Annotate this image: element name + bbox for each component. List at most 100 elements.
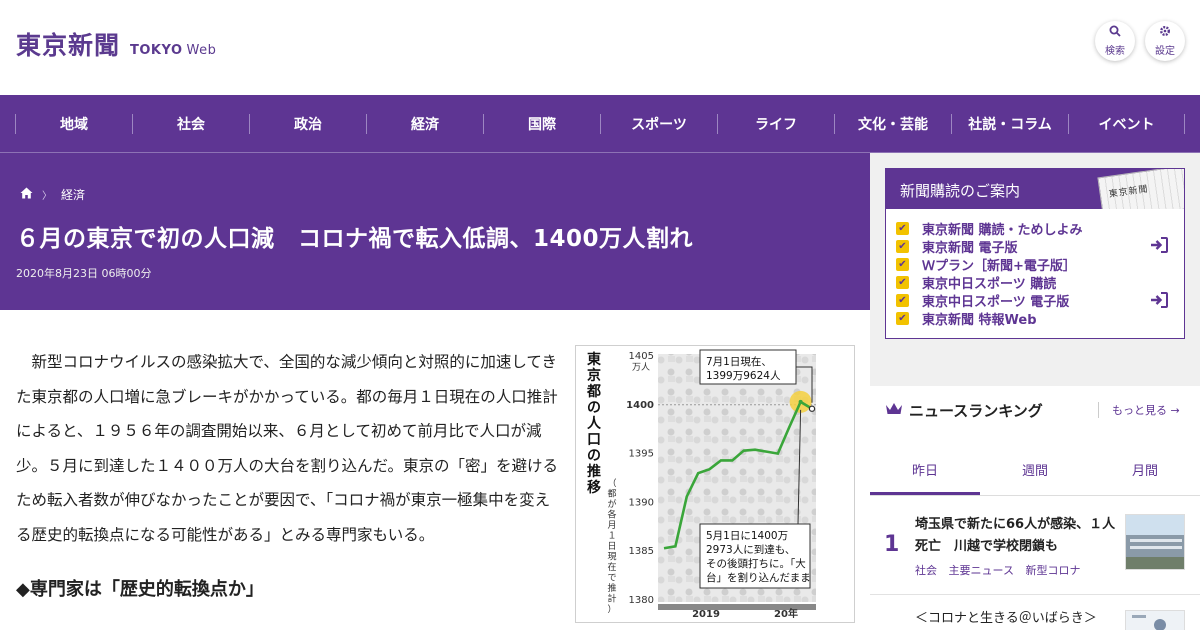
y-tick-label: 1405 bbox=[629, 351, 654, 362]
chart-subtitle-char: ） bbox=[607, 604, 616, 615]
chart-subtitle-char: （ bbox=[607, 478, 616, 489]
checkbox-icon: ✔ bbox=[896, 293, 909, 307]
search-icon bbox=[1109, 25, 1121, 39]
ranking-tabs: 昨日 週間 月間 bbox=[870, 448, 1200, 496]
tab-weekly[interactable]: 週間 bbox=[980, 448, 1090, 495]
tab-yesterday[interactable]: 昨日 bbox=[870, 448, 980, 495]
login-icon[interactable] bbox=[1150, 292, 1168, 312]
ranking-thumbnail bbox=[1125, 514, 1185, 570]
search-button[interactable]: 検索 bbox=[1095, 21, 1135, 61]
y-tick-label: 1385 bbox=[629, 546, 654, 557]
chart-subtitle-char: １ bbox=[607, 532, 616, 542]
checkbox-icon: ✔ bbox=[896, 275, 909, 289]
nav-item-culture[interactable]: 文化・芸能 bbox=[834, 114, 951, 134]
nav-item-editorial[interactable]: 社説・コラム bbox=[951, 114, 1068, 134]
chart-unit: 万人 bbox=[632, 362, 650, 373]
checkbox-icon: ✔ bbox=[896, 311, 909, 325]
data-point bbox=[808, 405, 816, 412]
checkbox-icon: ✔ bbox=[896, 257, 909, 271]
chart-subtitle-char: 推 bbox=[607, 582, 616, 594]
site-header: 東京新聞 TOKYO Web 検索 設定 bbox=[0, 0, 1200, 95]
home-icon[interactable] bbox=[20, 187, 33, 203]
subscription-item[interactable]: ✔ 東京新聞 購読・ためしよみ bbox=[896, 219, 1184, 238]
chart-subtitle-char: が bbox=[607, 498, 616, 510]
login-icon[interactable] bbox=[1150, 237, 1168, 257]
annotation-line: 台」を割り込んだまま bbox=[706, 571, 811, 584]
chart-title-char: の bbox=[587, 400, 601, 416]
article-body: 新型コロナウイルスの感染拡大で、全国的な減少傾向と対照的に加速してきた東京都の人… bbox=[16, 353, 559, 544]
article-subhead: ◆専門家は「歴史的転換点か」 bbox=[16, 579, 264, 600]
chart-title-char: 都 bbox=[586, 384, 601, 400]
more-link[interactable]: もっと見る → bbox=[1098, 402, 1180, 418]
chart-subtitle-char: 現 bbox=[607, 552, 616, 563]
subscription-item[interactable]: ✔ 東京中日スポーツ 購読 bbox=[896, 273, 1184, 292]
ranking-headline: 埼玉県で新たに66人が感染、１人死亡 川越で学校閉鎖も bbox=[915, 517, 1116, 554]
article-title: ６月の東京で初の人口減 コロナ禍で転入低調、1400万人割れ bbox=[16, 226, 694, 252]
nav-item-politics[interactable]: 政治 bbox=[249, 114, 366, 134]
annotation-line: その後頭打ちに。「大 bbox=[706, 557, 806, 570]
ranking-thumbnail bbox=[1125, 610, 1185, 630]
subscription-title: 新聞購読のご案内 bbox=[900, 182, 1021, 200]
nav-item-region[interactable]: 地域 bbox=[15, 114, 132, 134]
subscription-item[interactable]: ✔ 東京新聞 特報Web bbox=[896, 309, 1184, 328]
ranking-tags[interactable]: 社会 主要ニュース 新型コロナ bbox=[915, 562, 1080, 578]
chart-title-char: 人 bbox=[587, 415, 602, 432]
chart-subtitle-char: 月 bbox=[607, 520, 616, 531]
population-chart-svg: 東京都の人口の推移 （都が各月１日現在で推計） 万人 1405140013951… bbox=[586, 349, 816, 620]
chart-subtitle-char: で bbox=[607, 574, 616, 584]
subscription-list: ✔ 東京新聞 購読・ためしよみ ✔ 東京新聞 電子版 ✔ Ｗプラン［新聞+電子版］ ✔… bbox=[886, 209, 1184, 328]
y-tick-label: 1390 bbox=[629, 497, 654, 508]
checkbox-icon: ✔ bbox=[896, 239, 909, 253]
newspaper-image: 東京新聞 bbox=[1097, 169, 1184, 209]
chart-subtitle-char: 在 bbox=[607, 561, 616, 573]
nav-item-life[interactable]: ライフ bbox=[717, 114, 834, 134]
ranking-divider bbox=[870, 594, 1200, 595]
nav-item-sports[interactable]: スポーツ bbox=[600, 114, 717, 134]
nav-item-events[interactable]: イベント bbox=[1068, 114, 1185, 134]
chart-title-char: 推 bbox=[587, 463, 601, 480]
tab-monthly[interactable]: 月間 bbox=[1090, 448, 1200, 495]
nav-item-international[interactable]: 国際 bbox=[483, 114, 600, 134]
y-tick-label: 1395 bbox=[629, 449, 654, 460]
chart-subtitle-char: 日 bbox=[607, 541, 616, 552]
chart-title: 東京都の人口の推移 bbox=[586, 351, 602, 496]
chart-title-char: 移 bbox=[587, 479, 601, 496]
chart-title-char: 京 bbox=[587, 367, 601, 384]
news-ranking: ニュースランキング もっと見る → 昨日 週間 月間 1 埼玉県で新たに66人が… bbox=[870, 386, 1200, 630]
breadcrumb-category[interactable]: 経済 bbox=[61, 186, 85, 203]
settings-label: 設定 bbox=[1155, 46, 1175, 57]
chart-subtitle-char: 計 bbox=[607, 593, 616, 605]
subscription-item[interactable]: ✔ Ｗプラン［新聞+電子版］ bbox=[896, 255, 1184, 274]
chart-title-char: 口 bbox=[587, 432, 601, 448]
x-tick-label: 20年 bbox=[774, 607, 798, 620]
annotation-line: 2973人に到達も、 bbox=[706, 544, 795, 556]
nav-item-society[interactable]: 社会 bbox=[132, 114, 249, 134]
chevron-right-icon: 〉 bbox=[42, 191, 52, 202]
settings-button[interactable]: 設定 bbox=[1145, 21, 1185, 61]
subscription-item[interactable]: ✔ 東京中日スポーツ 電子版 bbox=[896, 291, 1184, 310]
subscription-item[interactable]: ✔ 東京新聞 電子版 bbox=[896, 237, 1184, 256]
subscription-box: 新聞購読のご案内 東京新聞 ✔ 東京新聞 購読・ためしよみ ✔ 東京新聞 電子版 ✔… bbox=[885, 168, 1185, 339]
population-chart[interactable]: 東京都の人口の推移 （都が各月 １ 日現在で推計） 万人 1405 1400 1395 1… bbox=[575, 345, 855, 623]
annotation-line: 5月1日に1400万 bbox=[706, 530, 788, 542]
chart-subtitle: （都が各月１日現在で推計） bbox=[607, 478, 616, 615]
chart-subtitle-char: 都 bbox=[607, 489, 616, 500]
ranking-title: ニュースランキング bbox=[885, 400, 1043, 421]
main-nav: 地域 社会 政治 経済 国際 スポーツ ライフ 文化・芸能 社説・コラム イベン… bbox=[0, 95, 1200, 153]
y-tick-label: 1400 bbox=[626, 400, 654, 411]
data-point bbox=[798, 399, 803, 404]
article-header: 〉 経済 ６月の東京で初の人口減 コロナ禍で転入低調、1400万人割れ 2020… bbox=[0, 153, 870, 310]
rank-number: 1 bbox=[884, 532, 900, 557]
article-date: 2020年8月23日 06時00分 bbox=[16, 267, 152, 280]
chart-subtitle-char: 各 bbox=[607, 509, 616, 521]
breadcrumb: 〉 経済 bbox=[20, 186, 85, 203]
nav-item-economy[interactable]: 経済 bbox=[366, 114, 483, 134]
crown-icon bbox=[885, 401, 903, 420]
logo-kanji: 東京新聞 bbox=[16, 31, 121, 60]
checkbox-icon: ✔ bbox=[896, 221, 909, 235]
site-logo[interactable]: 東京新聞 TOKYO Web bbox=[16, 26, 216, 62]
chart-title-char: の bbox=[587, 448, 601, 464]
logo-english: TOKYO Web bbox=[130, 43, 217, 58]
subscription-header: 新聞購読のご案内 東京新聞 bbox=[886, 169, 1184, 209]
chart-title-char: 東 bbox=[587, 351, 601, 368]
